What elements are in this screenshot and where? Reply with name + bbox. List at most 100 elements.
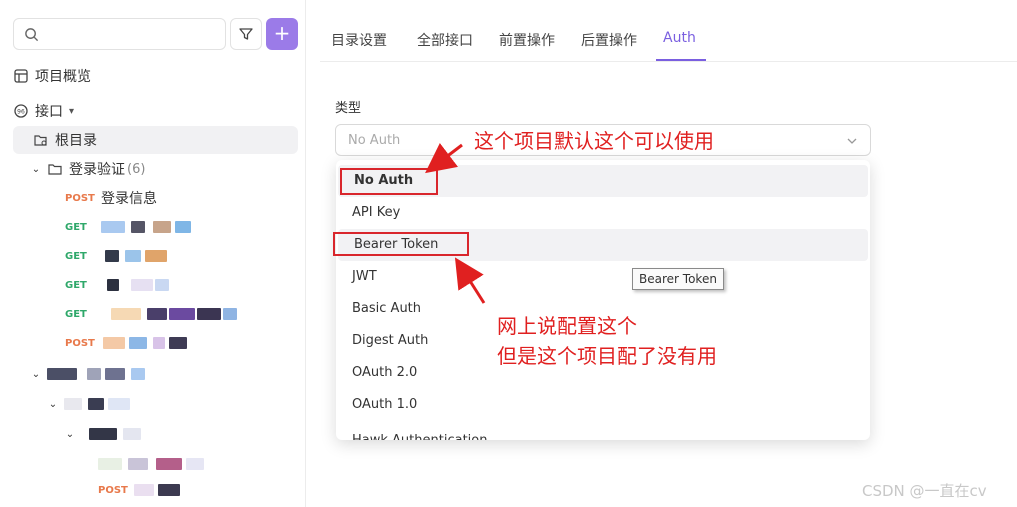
sidebar-item-interfaces[interactable]: 96 接口 ▾ <box>13 97 74 125</box>
sidebar-item-label: 接口 <box>35 104 63 120</box>
option-hawk-authentication[interactable]: Hawk Authentication <box>336 426 866 440</box>
folder-redacted[interactable]: ⌄ <box>48 390 130 418</box>
active-tab-indicator <box>656 59 706 61</box>
filter-icon <box>239 28 253 40</box>
chevron-down-icon: ⌄ <box>31 163 41 175</box>
redacted-text <box>147 308 167 320</box>
redacted-text <box>156 458 182 470</box>
chevron-down-icon: ⌄ <box>31 368 41 380</box>
redacted-text <box>89 428 117 440</box>
folder-count: (6) <box>127 161 146 177</box>
request-item[interactable]: POST <box>98 476 180 504</box>
request-label: 登录信息 <box>101 191 157 207</box>
redacted-text <box>105 368 125 380</box>
redacted-text <box>103 337 125 349</box>
svg-text:96: 96 <box>17 109 25 116</box>
request-item[interactable]: GET <box>65 300 237 328</box>
method-badge: GET <box>65 308 87 320</box>
annotation-online-suggestion: 网上说配置这个 <box>497 314 637 338</box>
redacted-text <box>108 398 130 410</box>
redacted-text <box>105 250 119 262</box>
sidebar-item-root[interactable]: 根目录 <box>13 126 298 154</box>
redacted-text <box>64 398 82 410</box>
folder-login[interactable]: ⌄ 登录验证 (6) <box>31 155 146 183</box>
request-item[interactable]: POST <box>65 329 187 357</box>
search-icon <box>25 28 39 42</box>
sidebar-item-label: 项目概览 <box>35 69 91 85</box>
redacted-text <box>129 337 147 349</box>
redacted-text <box>158 484 180 496</box>
folder-redacted[interactable]: ⌄ <box>31 360 145 388</box>
highlight-box-no-auth <box>340 168 438 195</box>
redacted-text <box>197 308 221 320</box>
request-item[interactable]: GET <box>65 242 167 270</box>
redacted-text <box>186 458 204 470</box>
redacted-text <box>223 308 237 320</box>
redacted-text <box>88 398 104 410</box>
method-badge: GET <box>65 250 87 262</box>
chevron-down-icon <box>847 138 857 144</box>
tab-post-operations[interactable]: 后置操作 <box>581 30 637 50</box>
redacted-text <box>47 368 77 380</box>
sidebar-item-overview[interactable]: 项目概览 <box>13 62 91 90</box>
request-item[interactable]: GET <box>65 271 169 299</box>
tab-directory-settings[interactable]: 目录设置 <box>331 30 387 50</box>
redacted-text <box>87 368 101 380</box>
sidebar-item-label: 根目录 <box>55 133 97 149</box>
redacted-text <box>175 221 191 233</box>
add-button[interactable]: + <box>266 18 298 50</box>
redacted-text <box>145 250 167 262</box>
redacted-text <box>131 279 153 291</box>
redacted-text <box>155 279 169 291</box>
redacted-text <box>134 484 154 496</box>
method-badge: POST <box>65 192 95 204</box>
redacted-text <box>123 428 141 440</box>
auth-type-selected: No Auth <box>348 133 401 148</box>
tab-pre-operations[interactable]: 前置操作 <box>499 30 555 50</box>
tooltip: Bearer Token <box>632 268 724 290</box>
redacted-text <box>169 337 187 349</box>
request-item[interactable]: GET <box>65 213 191 241</box>
option-jwt[interactable]: JWT <box>336 261 866 293</box>
folder-tree-icon <box>33 132 49 148</box>
redacted-text <box>101 221 125 233</box>
redacted-text <box>98 458 122 470</box>
method-badge: GET <box>65 221 87 233</box>
sidebar: + 项目概览 96 接口 ▾ 根目录 ⌄ 登录验证 (6) POST 登录信息 … <box>0 0 306 507</box>
tab-all-interfaces[interactable]: 全部接口 <box>417 30 473 50</box>
option-api-key[interactable]: API Key <box>336 197 866 229</box>
auth-type-dropdown: No Auth API Key Bearer Token JWT Basic A… <box>336 160 870 440</box>
folder-icon <box>47 161 63 177</box>
tab-auth[interactable]: Auth <box>663 30 696 46</box>
option-oauth1[interactable]: OAuth 1.0 <box>336 389 866 421</box>
layout-icon <box>13 68 29 84</box>
request-item[interactable]: POST 登录信息 <box>65 184 157 212</box>
caret-down-icon: ▾ <box>69 105 75 117</box>
method-badge: POST <box>65 337 95 349</box>
redacted-text <box>107 279 119 291</box>
filter-button[interactable] <box>230 18 262 50</box>
redacted-text <box>125 250 141 262</box>
folder-redacted[interactable]: ⌄ <box>65 420 141 448</box>
chevron-down-icon: ⌄ <box>65 428 75 440</box>
redacted-text <box>128 458 148 470</box>
watermark: CSDN @一直在cv <box>862 482 987 500</box>
redacted-text <box>131 221 145 233</box>
redacted-text <box>131 368 145 380</box>
request-item[interactable] <box>98 450 204 478</box>
chevron-down-icon: ⌄ <box>48 398 58 410</box>
redacted-text <box>153 221 171 233</box>
highlight-box-bearer-token <box>333 232 469 256</box>
redacted-text <box>111 308 141 320</box>
tab-bar: 目录设置 全部接口 前置操作 后置操作 Auth <box>320 0 1017 62</box>
redacted-text <box>153 337 165 349</box>
app-window: + 项目概览 96 接口 ▾ 根目录 ⌄ 登录验证 (6) POST 登录信息 … <box>0 0 1017 507</box>
redacted-text <box>169 308 195 320</box>
method-badge: POST <box>98 484 128 496</box>
auth-type-label: 类型 <box>335 101 362 116</box>
api-icon: 96 <box>13 103 29 119</box>
annotation-default-works: 这个项目默认这个可以使用 <box>474 129 714 153</box>
method-badge: GET <box>65 279 87 291</box>
search-input[interactable] <box>13 18 226 50</box>
annotation-no-effect: 但是这个项目配了没有用 <box>497 344 717 368</box>
